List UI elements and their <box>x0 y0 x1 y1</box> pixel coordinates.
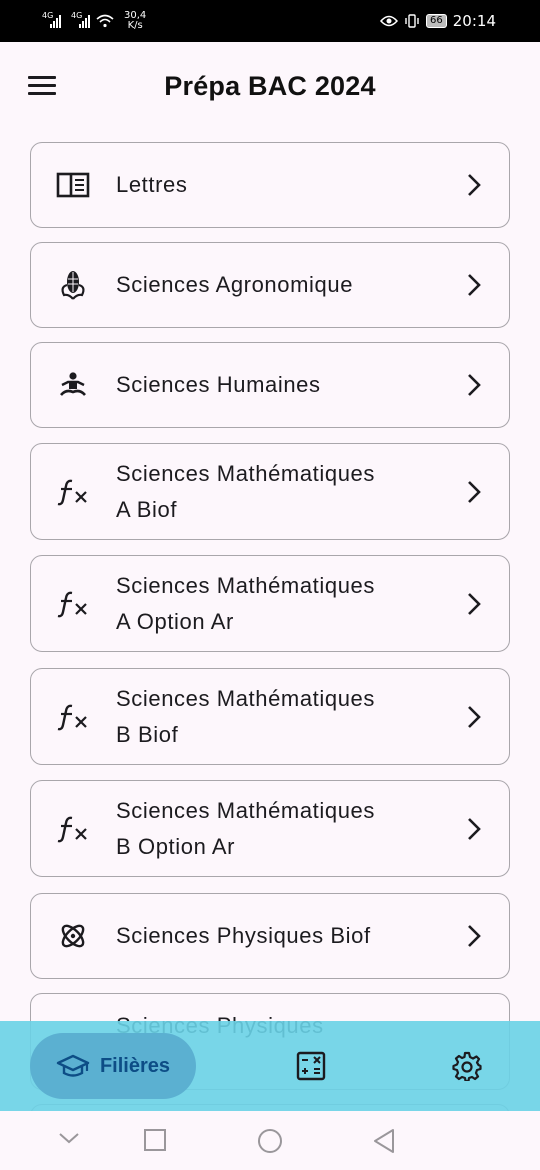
book-icon <box>31 172 115 198</box>
status-right: 66 20:14 <box>380 12 496 30</box>
back-icon[interactable] <box>372 1128 396 1154</box>
list-item-physiques-biof[interactable]: Sciences Physiques Biof <box>30 893 510 979</box>
vibrate-icon <box>405 14 419 28</box>
item-label: Sciences Mathématiques A Option Ar <box>116 572 375 634</box>
chevron-right-icon <box>439 816 509 842</box>
battery-icon: 66 <box>426 14 447 28</box>
chevron-right-icon <box>439 372 509 398</box>
wifi-icon <box>96 14 114 28</box>
item-label: Sciences Mathématiques B Biof <box>116 685 375 747</box>
chevron-right-icon <box>439 591 509 617</box>
list-item-math-a-biof[interactable]: Sciences Mathématiques A Biof <box>30 443 510 540</box>
signal-icon: 4G <box>42 11 61 28</box>
corn-icon <box>31 269 115 301</box>
status-left: 4G 4G 30,4 K/s <box>42 10 147 31</box>
list-item-agronomique[interactable]: Sciences Agronomique <box>30 242 510 328</box>
app-bar: Prépa BAC 2024 <box>0 42 540 130</box>
chevron-right-icon <box>439 172 509 198</box>
list-item-math-a-option-ar[interactable]: Sciences Mathématiques A Option Ar <box>30 555 510 652</box>
meditation-icon <box>31 371 115 399</box>
item-label: Sciences Humaines <box>116 372 321 397</box>
item-label: Sciences Mathématiques A Biof <box>116 460 375 522</box>
chevron-right-icon <box>439 923 509 949</box>
graduation-cap-icon <box>56 1054 90 1077</box>
eye-icon <box>380 15 399 27</box>
chevron-right-icon <box>439 704 509 730</box>
menu-icon[interactable] <box>26 74 58 98</box>
function-icon <box>31 815 115 843</box>
gear-icon[interactable] <box>452 1051 482 1086</box>
function-icon <box>31 703 115 731</box>
home-icon[interactable] <box>257 1128 283 1154</box>
item-label: Sciences Agronomique <box>116 272 354 297</box>
list-item-math-b-biof[interactable]: Sciences Mathématiques B Biof <box>30 668 510 765</box>
list-item-lettres[interactable]: Lettres <box>30 142 510 228</box>
item-label: Lettres <box>116 172 188 197</box>
chevron-right-icon <box>439 479 509 505</box>
nav-filieres-label: Filières <box>99 1054 171 1077</box>
function-icon <box>31 478 115 506</box>
list-item-math-b-option-ar[interactable]: Sciences Mathématiques B Option Ar <box>30 780 510 877</box>
chevron-right-icon <box>439 272 509 298</box>
bottom-navigation: Filières <box>0 1021 540 1111</box>
page-title: Prépa BAC 2024 <box>164 70 376 101</box>
nav-filieres[interactable]: Filières <box>30 1033 196 1099</box>
signal-icon-2: 4G <box>71 11 90 28</box>
status-bar: 4G 4G 30,4 K/s 66 20:14 <box>0 0 540 42</box>
calculator-icon[interactable] <box>296 1051 326 1086</box>
item-label: Sciences Physiques Biof <box>116 923 371 948</box>
collapse-icon[interactable] <box>58 1131 80 1145</box>
recents-icon[interactable] <box>143 1128 167 1152</box>
clock: 20:14 <box>452 12 496 30</box>
network-speed: 30,4 K/s <box>124 10 147 31</box>
item-label: Sciences Mathématiques B Option Ar <box>116 797 375 859</box>
atom-icon <box>31 921 115 951</box>
function-icon <box>31 590 115 618</box>
system-navigation <box>0 1111 540 1170</box>
list-item-humaines[interactable]: Sciences Humaines <box>30 342 510 428</box>
